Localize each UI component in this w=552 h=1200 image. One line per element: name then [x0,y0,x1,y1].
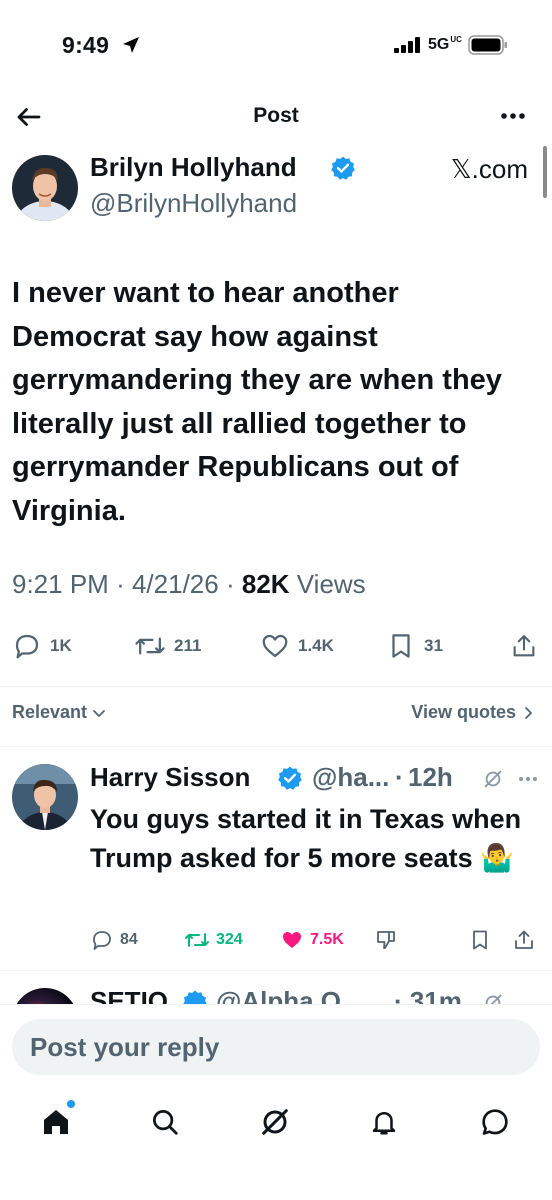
grok-icon [259,1106,291,1138]
thumbs-down-icon [374,928,398,952]
like-button[interactable]: 1.4K [260,628,334,664]
nav-messages[interactable] [475,1102,515,1142]
scroll-indicator[interactable] [543,146,547,198]
reply-avatar[interactable] [12,988,78,1004]
post-actions: 1K 211 1.4K 31 [0,628,552,664]
meta-separator: · [116,569,125,599]
bookmark-count: 31 [424,636,443,655]
reply-button[interactable]: 84 [90,926,138,954]
views-count[interactable]: 82K [242,569,290,599]
bookmark-icon [386,631,416,661]
sort-label: Relevant [12,702,88,722]
meta-separator: · [395,762,404,792]
view-quotes-button[interactable]: View quotes [411,702,536,723]
bookmark-icon [468,928,492,952]
notification-dot [67,1100,75,1108]
post-metadata: 9:21 PM · 4/21/26 · 82K Views [12,569,366,600]
author-handle[interactable]: @BrilynHollyhand [90,188,297,219]
nav-grok[interactable] [255,1102,295,1142]
post-date: 4/21/26 [131,569,219,599]
battery-icon [468,35,508,55]
like-count: 1.4K [298,636,334,655]
home-icon [40,1106,72,1138]
divider [0,746,552,747]
reply-button[interactable]: 1K [12,628,72,664]
grok-icon[interactable] [482,992,504,1004]
reply-input[interactable]: Post your reply [12,1019,540,1075]
reply-author-name[interactable]: Harry Sisson [90,762,250,793]
bottom-navigation [0,1088,552,1200]
status-bar: 9:49 5GUC [0,0,552,90]
reply-input-placeholder: Post your reply [30,1032,220,1062]
verified-badge-icon [330,155,356,181]
repost-button[interactable]: 324 [184,926,243,954]
verified-badge-icon [182,989,208,1004]
share-button[interactable] [510,628,538,664]
reply-sort-row: Relevant View quotes [0,700,552,730]
reply-text: You guys started it in Texas when Trump … [90,804,522,873]
repost-count: 211 [174,636,202,655]
views-label: Views [296,569,366,599]
share-button[interactable] [512,926,536,954]
bookmark-button[interactable]: 31 [386,628,443,664]
chevron-right-icon [522,705,536,721]
reply-count: 1K [50,636,72,655]
page-title: Post [253,104,299,127]
share-icon [510,631,538,661]
repost-count: 324 [216,931,243,948]
more-options-button[interactable] [496,104,530,128]
reply-icon [90,928,114,952]
reply-author-handle[interactable]: @Alpha O... [216,986,363,1004]
reply-timestamp: 12h [408,762,453,792]
search-icon [150,1107,180,1137]
view-quotes-label: View quotes [411,702,516,722]
reply-author-name[interactable]: SETIO [90,986,168,1004]
chevron-down-icon [91,705,107,721]
repost-button[interactable]: 211 [134,628,201,664]
like-button[interactable]: 7.5K [280,926,344,954]
divider [0,686,552,687]
reply-actions: 84 324 7.5K [0,926,552,954]
message-bubble-icon [479,1106,511,1138]
bell-icon [369,1107,399,1137]
network-label: 5GUC [428,35,462,54]
repost-icon [184,928,210,952]
x-com-source-label: 𝕏.com [450,154,528,184]
verified-badge-icon [277,765,303,791]
reply-avatar[interactable] [12,764,78,830]
reply-composer-bar: Post your reply [0,1004,552,1088]
dislike-button[interactable] [374,926,398,954]
reply-timestamp: · 31m [394,986,462,1004]
reply-author-handle[interactable]: @ha... [312,762,389,793]
nav-notifications[interactable] [364,1102,404,1142]
more-horizontal-icon[interactable] [518,775,538,783]
divider [0,970,552,971]
author-avatar[interactable] [12,155,78,221]
network-suffix: UC [450,35,462,44]
meta-separator: · [225,569,235,599]
author-name[interactable]: Brilyn Hollyhand [90,152,297,183]
status-time: 9:49 [62,32,110,58]
grok-icon[interactable] [482,768,504,790]
reply-count: 84 [120,931,138,948]
share-icon [512,928,536,952]
like-count: 7.5K [310,931,344,948]
location-arrow-icon [121,35,141,55]
bookmark-button[interactable] [468,926,492,954]
reply-icon [12,631,42,661]
repost-icon [134,631,166,661]
heart-filled-icon [280,928,304,952]
post-header: Post [0,92,552,140]
nav-search[interactable] [145,1102,185,1142]
sort-dropdown[interactable]: Relevant [12,702,107,723]
post-time: 9:21 PM [12,569,109,599]
more-horizontal-icon [496,104,530,128]
post-text: I never want to hear another Democrat sa… [12,277,502,527]
nav-home[interactable] [36,1102,76,1142]
cellular-signal-icon [394,37,422,53]
list-item[interactable]: SETIO @Alpha O... · 31m [0,972,552,1004]
heart-icon [260,631,290,661]
